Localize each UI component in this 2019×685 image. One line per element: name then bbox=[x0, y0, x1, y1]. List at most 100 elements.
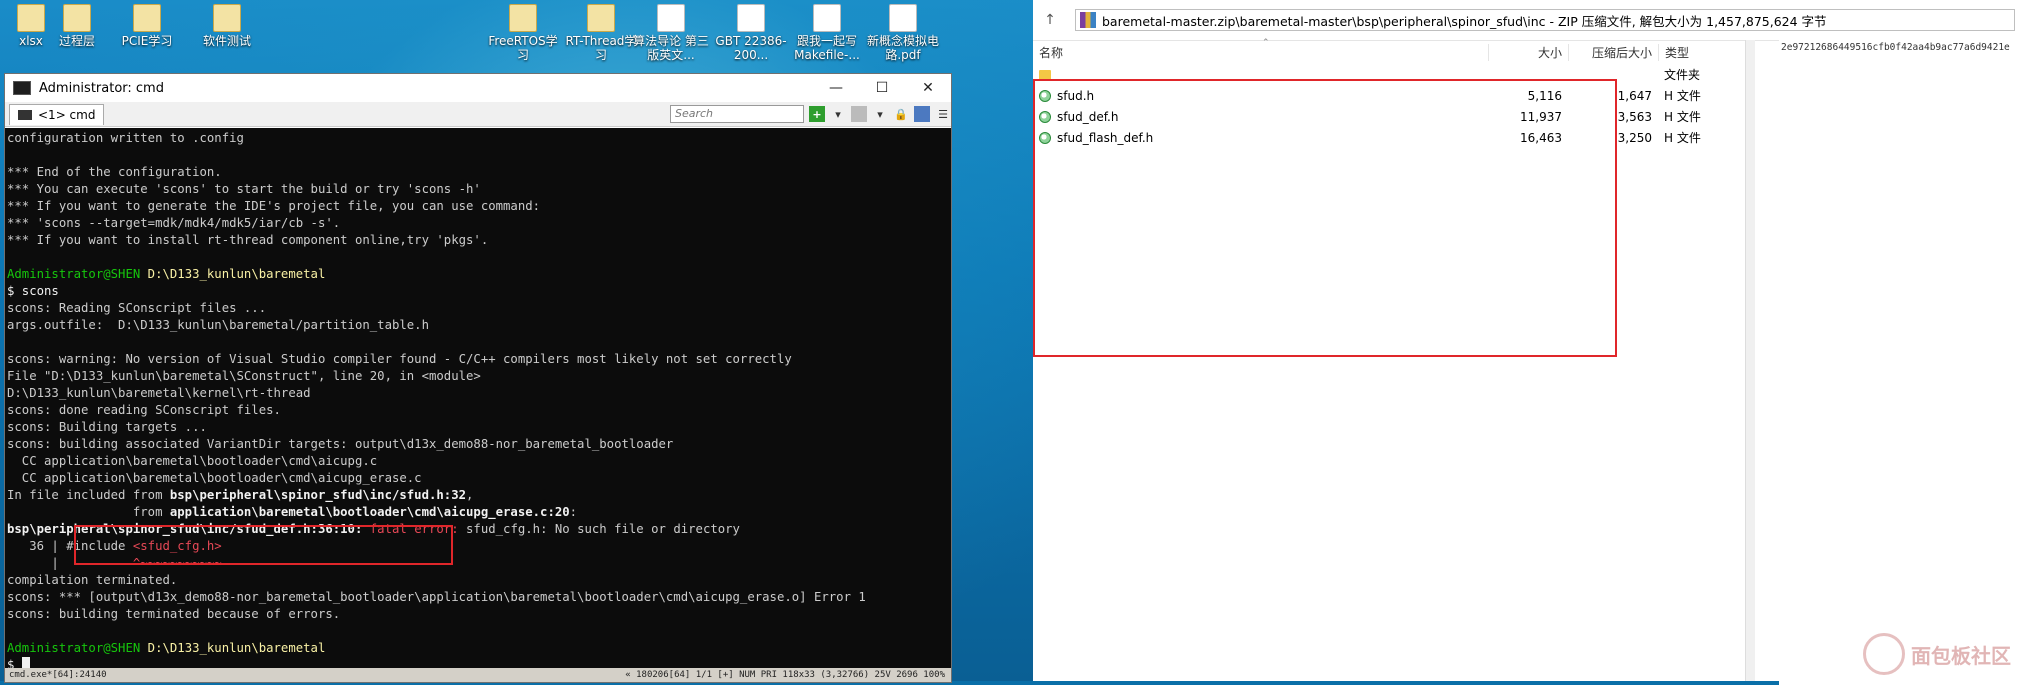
terminal-line: scons: warning: No version of Visual Stu… bbox=[7, 351, 951, 368]
terminal-text: *** End of the configuration. bbox=[7, 165, 222, 179]
terminal-text: Administrator@SHEN bbox=[7, 641, 148, 655]
file-size: 16,463 bbox=[1520, 130, 1562, 145]
terminal-line: bsp\peripheral\spinor_sfud\inc/sfud_def.… bbox=[7, 521, 951, 538]
terminal-line: | ^~~~~~~~~~~~ bbox=[7, 555, 951, 572]
terminal-text: 36 | #include bbox=[7, 539, 133, 553]
file-packed-size: 3,563 bbox=[1617, 109, 1652, 124]
file-list[interactable]: ⌃ 名称 大小 压缩后大小 类型 文件夹 sfud.h 5,116 1,647 H 文件… bbox=[1033, 38, 1745, 681]
desktop-icon[interactable]: 新概念模拟电路.pdf bbox=[864, 4, 942, 62]
cmd-title-bar[interactable]: Administrator: cmd — ☐ ✕ bbox=[5, 74, 951, 102]
terminal-text: *** You can execute 'scons' to start the… bbox=[7, 182, 481, 196]
terminal-text: bsp\peripheral\spinor_sfud\inc/sfud_def.… bbox=[7, 522, 363, 536]
desktop-icon[interactable]: PCIE学习 bbox=[108, 4, 186, 48]
terminal-line: scons: *** [output\d13x_demo88-nor_barem… bbox=[7, 589, 951, 606]
terminal-text: scons: building terminated because of er… bbox=[7, 607, 341, 621]
terminal-text: $ scons bbox=[7, 284, 59, 298]
file-rows: 文件夹 sfud.h 5,116 1,647 H 文件 sfud_def.h 11,937 3… bbox=[1033, 64, 1745, 148]
archive-path-field[interactable]: baremetal-master.zip\baremetal-master\bs… bbox=[1075, 9, 2015, 31]
terminal-line: In file included from bsp\peripheral\spi… bbox=[7, 487, 951, 504]
archive-window[interactable]: ↑ baremetal-master.zip\baremetal-master\… bbox=[1033, 0, 2019, 685]
archive-path: baremetal-master.zip\baremetal-master\bs… bbox=[1102, 13, 1827, 29]
desktop-icon[interactable]: 软件测试 bbox=[188, 4, 266, 48]
terminal-text: sfud_cfg.h: No such file or directory bbox=[466, 522, 740, 536]
watermark-logo bbox=[1863, 633, 1905, 675]
desktop-icon-label: 跟我一起写Makefile-... bbox=[794, 34, 860, 62]
dropdown-arrow-icon-2[interactable]: ▾ bbox=[872, 106, 888, 122]
new-console-icon[interactable]: + bbox=[809, 106, 825, 122]
terminal-line: *** If you want to install rt-thread com… bbox=[7, 232, 951, 249]
terminal-line: CC application\baremetal\bootloader\cmd\… bbox=[7, 470, 951, 487]
file-name-cell bbox=[1033, 69, 1488, 80]
terminal-line: *** If you want to generate the IDE's pr… bbox=[7, 198, 951, 215]
cmd-window[interactable]: Administrator: cmd — ☐ ✕ <1> cmd Search … bbox=[4, 73, 952, 683]
dropdown-arrow-icon[interactable]: ▾ bbox=[830, 106, 846, 122]
pane-splitter[interactable] bbox=[1745, 40, 1755, 681]
header-file-icon bbox=[1039, 131, 1051, 144]
terminal-text: scons: Building targets ... bbox=[7, 420, 207, 434]
layout-icon[interactable] bbox=[914, 106, 930, 122]
column-size[interactable]: 大小 bbox=[1488, 43, 1568, 61]
terminal-line: scons: building terminated because of er… bbox=[7, 606, 951, 623]
terminal-text: application\baremetal\bootloader\cmd\aic… bbox=[169, 505, 570, 519]
file-row[interactable]: sfud.h 5,116 1,647 H 文件 bbox=[1033, 85, 1745, 106]
file-list-header: ⌃ 名称 大小 压缩后大小 类型 bbox=[1033, 38, 1745, 64]
terminal-text: CC application\baremetal\bootloader\cmd\… bbox=[7, 454, 378, 468]
desktop-icon-label: PCIE学习 bbox=[121, 34, 173, 48]
terminal-text: In file included from bbox=[7, 488, 170, 502]
document-icon bbox=[737, 4, 765, 32]
column-packed[interactable]: 压缩后大小 bbox=[1568, 43, 1658, 61]
desktop-icons: xlsx 过程层 PCIE学习 软件测试 FreeRTOS学习 RT-Thread学习 算法… bbox=[0, 0, 1040, 70]
column-name[interactable]: 名称 bbox=[1033, 44, 1488, 61]
terminal-text: Administrator@SHEN bbox=[7, 267, 148, 281]
lock-icon[interactable]: 🔒 bbox=[893, 106, 909, 122]
file-type: H 文件 bbox=[1664, 131, 1701, 145]
close-button[interactable]: ✕ bbox=[905, 74, 951, 102]
folder-icon bbox=[1039, 69, 1051, 80]
terminal-line: args.outfile: D:\D133_kunlun\baremetal/p… bbox=[7, 317, 951, 334]
terminal-text: from bbox=[7, 505, 170, 519]
file-type: H 文件 bbox=[1664, 89, 1701, 103]
console-search-input[interactable]: Search bbox=[670, 105, 804, 123]
watermark: 面包板社区 bbox=[1863, 633, 2011, 675]
status-process: cmd.exe*[64]:24140 bbox=[9, 670, 107, 680]
terminal-line: $ bbox=[7, 657, 951, 668]
terminal-text: *** If you want to generate the IDE's pr… bbox=[7, 199, 541, 213]
desktop-icon[interactable]: 跟我一起写Makefile-... bbox=[788, 4, 866, 62]
file-type: H 文件 bbox=[1664, 110, 1701, 124]
menu-icon[interactable]: ☰ bbox=[935, 106, 951, 122]
desktop-icon[interactable]: RT-Thread学习 bbox=[562, 4, 640, 62]
column-type[interactable]: 类型 bbox=[1658, 43, 1745, 61]
desktop-icon[interactable]: FreeRTOS学习 bbox=[484, 4, 562, 62]
file-row[interactable]: 文件夹 bbox=[1033, 64, 1745, 85]
file-row[interactable]: sfud_def.h 11,937 3,563 H 文件 bbox=[1033, 106, 1745, 127]
terminal-text: D:\D133_kunlun\baremetal\kernel\rt-threa… bbox=[7, 386, 311, 400]
desktop-icon-label: 算法导论 第三版英文... bbox=[633, 34, 709, 62]
terminal-line: *** End of the configuration. bbox=[7, 164, 951, 181]
desktop-icon[interactable]: 过程层 bbox=[38, 4, 116, 48]
minimize-button[interactable]: — bbox=[813, 74, 859, 102]
folder-icon bbox=[587, 4, 615, 32]
terminal-line: scons: Building targets ... bbox=[7, 419, 951, 436]
up-arrow-icon[interactable]: ↑ bbox=[1033, 12, 1067, 28]
split-view-icon[interactable] bbox=[851, 106, 867, 122]
desktop-icon[interactable]: GBT 22386-200... bbox=[712, 4, 790, 62]
header-file-icon bbox=[1039, 89, 1051, 102]
terminal-line: configuration written to .config bbox=[7, 130, 951, 147]
maximize-button[interactable]: ☐ bbox=[859, 74, 905, 102]
file-row[interactable]: sfud_flash_def.h 16,463 3,250 H 文件 bbox=[1033, 127, 1745, 148]
folder-icon bbox=[213, 4, 241, 32]
hash-text: 2e97212686449516cfb0f42aa4b9ac77a6d9421e bbox=[1781, 42, 2010, 53]
desktop-icon[interactable]: 算法导论 第三版英文... bbox=[632, 4, 710, 62]
terminal-text: File "D:\D133_kunlun\baremetal\SConstruc… bbox=[7, 369, 481, 383]
terminal-output[interactable]: configuration written to .config *** End … bbox=[5, 128, 951, 668]
document-icon bbox=[813, 4, 841, 32]
terminal-line: 36 | #include <sfud_cfg.h> bbox=[7, 538, 951, 555]
terminal-text: args.outfile: D:\D133_kunlun\baremetal/p… bbox=[7, 318, 429, 332]
console-tab[interactable]: <1> cmd bbox=[9, 103, 105, 125]
terminal-text: | bbox=[7, 556, 133, 570]
terminal-text: bsp\peripheral\spinor_sfud\inc/sfud.h:32 bbox=[169, 488, 467, 502]
terminal-line: scons: building associated VariantDir ta… bbox=[7, 436, 951, 453]
desktop-icon-label: 过程层 bbox=[58, 34, 95, 48]
